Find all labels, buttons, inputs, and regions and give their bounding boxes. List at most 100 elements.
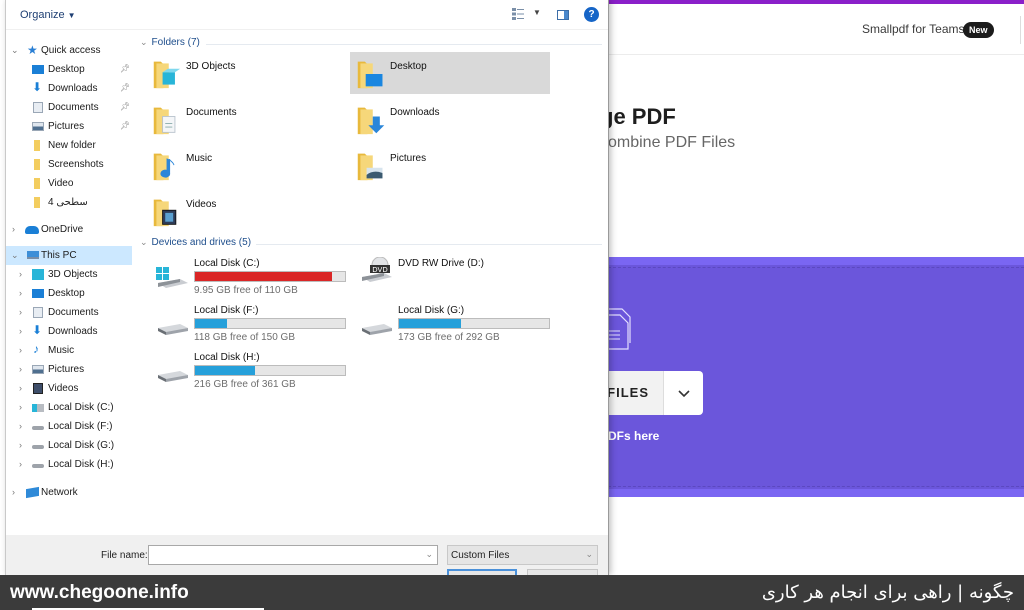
pictures-folder-icon xyxy=(357,153,383,181)
nav-quick-pictures[interactable]: Pictures 📌︎ xyxy=(6,117,132,136)
nav-onedrive[interactable]: › OneDrive xyxy=(6,220,132,239)
nav-quick-new-folder[interactable]: New folder xyxy=(6,136,132,155)
nav-quick-downloads[interactable]: ⬇ Downloads 📌︎ xyxy=(6,79,132,98)
folder-name: Desktop xyxy=(390,61,427,72)
nav-label: New folder xyxy=(48,140,96,151)
file-name-combobox[interactable]: ⌄ xyxy=(148,545,438,566)
nav-quick-video[interactable]: Video xyxy=(6,174,132,193)
nav-pc-desktop[interactable]: › Desktop xyxy=(6,284,132,303)
drive-name: Local Disk (C:) xyxy=(194,258,260,269)
nav-quick-persian-folder[interactable]: سطحی 4 xyxy=(6,193,132,212)
dropzone-border-bottom xyxy=(608,486,1024,487)
site-header: Smallpdf for Teams New xyxy=(608,4,1024,55)
videos-folder-icon xyxy=(153,199,177,227)
folder-tile[interactable]: Videos xyxy=(146,190,346,232)
nav-this-pc[interactable]: ⌄ This PC xyxy=(6,246,132,265)
drive-tile[interactable]: Local Disk (C:) 9.95 GB free of 110 GB xyxy=(154,255,354,299)
nav-label: Pictures xyxy=(48,121,85,132)
organize-menu-button[interactable]: Organize ▼ xyxy=(20,9,76,21)
chevron-right-icon[interactable]: › xyxy=(12,487,15,497)
nav-quick-screenshots[interactable]: Screenshots xyxy=(6,155,132,174)
file-type-select[interactable]: Custom Files ⌄ xyxy=(447,545,598,565)
drive-tile[interactable]: Local Disk (H:) 216 GB free of 361 GB xyxy=(154,349,354,393)
drive-usage-fill xyxy=(399,319,461,328)
nav-pc-disk-c[interactable]: › Local Disk (C:) xyxy=(6,398,132,417)
chevron-right-icon[interactable]: › xyxy=(19,440,22,450)
dvd-drive-icon: DVD xyxy=(362,257,392,282)
drive-tile[interactable]: Local Disk (G:) 173 GB free of 292 GB xyxy=(358,302,558,346)
nav-pc-3d-objects[interactable]: › 3D Objects xyxy=(6,265,132,284)
preview-pane-icon[interactable] xyxy=(557,10,569,20)
drive-tile[interactable]: DVD DVD RW Drive (D:) xyxy=(358,255,558,299)
folder-tile[interactable]: Desktop xyxy=(350,52,550,94)
view-options-caret-icon[interactable]: ▼ xyxy=(533,8,541,17)
folder-tile[interactable]: Downloads xyxy=(350,98,550,140)
nav-pc-disk-g[interactable]: › Local Disk (G:) xyxy=(6,436,132,455)
nav-label: Desktop xyxy=(48,64,85,75)
chevron-expanded-icon[interactable]: ⌄ xyxy=(11,250,19,261)
view-options-icon[interactable] xyxy=(512,8,524,20)
documents-icon xyxy=(33,102,43,113)
chevron-right-icon[interactable]: › xyxy=(19,269,22,279)
chevron-down-icon: ⌄ xyxy=(585,549,593,559)
chevron-down-icon[interactable]: ⌄ xyxy=(425,549,433,560)
nav-pc-videos[interactable]: › Videos xyxy=(6,379,132,398)
computer-icon xyxy=(27,251,39,259)
drive-icon xyxy=(32,464,44,468)
chevron-right-icon[interactable]: › xyxy=(19,402,22,412)
folder-name: 3D Objects xyxy=(186,61,236,72)
nav-label: Local Disk (G:) xyxy=(48,440,115,451)
nav-network[interactable]: › Network xyxy=(6,483,132,502)
drop-hint-text: DFs here xyxy=(608,429,660,443)
watermark-tagline: چگونه | راهی برای انجام هر کاری xyxy=(761,582,1014,603)
chevron-right-icon[interactable]: › xyxy=(19,345,22,355)
folder-icon xyxy=(34,140,40,151)
drive-name: Local Disk (G:) xyxy=(398,305,465,316)
drive-free-space: 173 GB free of 292 GB xyxy=(398,332,500,343)
nav-label: This PC xyxy=(41,250,77,261)
nav-pc-downloads[interactable]: › ⬇ Downloads xyxy=(6,322,132,341)
choose-source-dropdown[interactable] xyxy=(664,371,703,415)
drive-name: Local Disk (F:) xyxy=(194,305,259,316)
nav-pc-pictures[interactable]: › Pictures xyxy=(6,360,132,379)
nav-quick-access[interactable]: ⌄ ★ Quick access xyxy=(6,41,132,60)
folder-icon xyxy=(34,178,40,189)
chevron-right-icon[interactable]: › xyxy=(12,224,15,234)
dialog-footer: File name: ⌄ Custom Files ⌄ xyxy=(6,535,608,579)
chevron-right-icon[interactable]: › xyxy=(19,364,22,374)
drive-usage-fill xyxy=(195,272,332,281)
nav-pc-documents[interactable]: › Documents xyxy=(6,303,132,322)
folder-tile[interactable]: Music xyxy=(146,144,346,186)
help-icon[interactable]: ? xyxy=(584,7,599,22)
chevron-right-icon[interactable]: › xyxy=(19,383,22,393)
folder-name: Pictures xyxy=(390,153,427,164)
chevron-right-icon[interactable]: › xyxy=(19,307,22,317)
file-name-input[interactable] xyxy=(149,547,419,566)
group-divider xyxy=(256,244,602,245)
folder-name: Music xyxy=(186,153,213,164)
file-dropzone[interactable]: FILES DFs here xyxy=(588,257,1024,497)
nav-pc-disk-h[interactable]: › Local Disk (H:) xyxy=(6,455,132,474)
folder-name: Downloads xyxy=(390,107,440,118)
nav-label: Pictures xyxy=(48,364,85,375)
documents-folder-icon xyxy=(153,107,176,135)
folder-tile[interactable]: Pictures xyxy=(350,144,550,186)
chevron-right-icon[interactable]: › xyxy=(19,288,22,298)
folder-tile[interactable]: Documents xyxy=(146,98,346,140)
nav-pc-music[interactable]: › ♪ Music xyxy=(6,341,132,360)
smallpdf-teams-link[interactable]: Smallpdf for Teams xyxy=(862,22,965,36)
drive-tile[interactable]: Local Disk (F:) 118 GB free of 150 GB xyxy=(154,302,354,346)
chevron-right-icon[interactable]: › xyxy=(19,459,22,469)
folders-group-header[interactable]: ⌄ Folders (7) xyxy=(140,37,200,48)
chevron-expanded-icon[interactable]: ⌄ xyxy=(11,45,19,56)
drive-usage-bar xyxy=(194,271,346,282)
nav-quick-documents[interactable]: Documents 📌︎ xyxy=(6,98,132,117)
desktop-icon xyxy=(32,289,44,298)
nav-pc-disk-f[interactable]: › Local Disk (F:) xyxy=(6,417,132,436)
chevron-right-icon[interactable]: › xyxy=(19,421,22,431)
nav-quick-desktop[interactable]: Desktop 📌︎ xyxy=(6,60,132,79)
folder-tile[interactable]: 3D Objects xyxy=(146,52,346,94)
drives-group-header[interactable]: ⌄ Devices and drives (5) xyxy=(140,237,251,248)
desktop-folder-icon xyxy=(357,61,383,89)
chevron-right-icon[interactable]: › xyxy=(19,326,22,336)
